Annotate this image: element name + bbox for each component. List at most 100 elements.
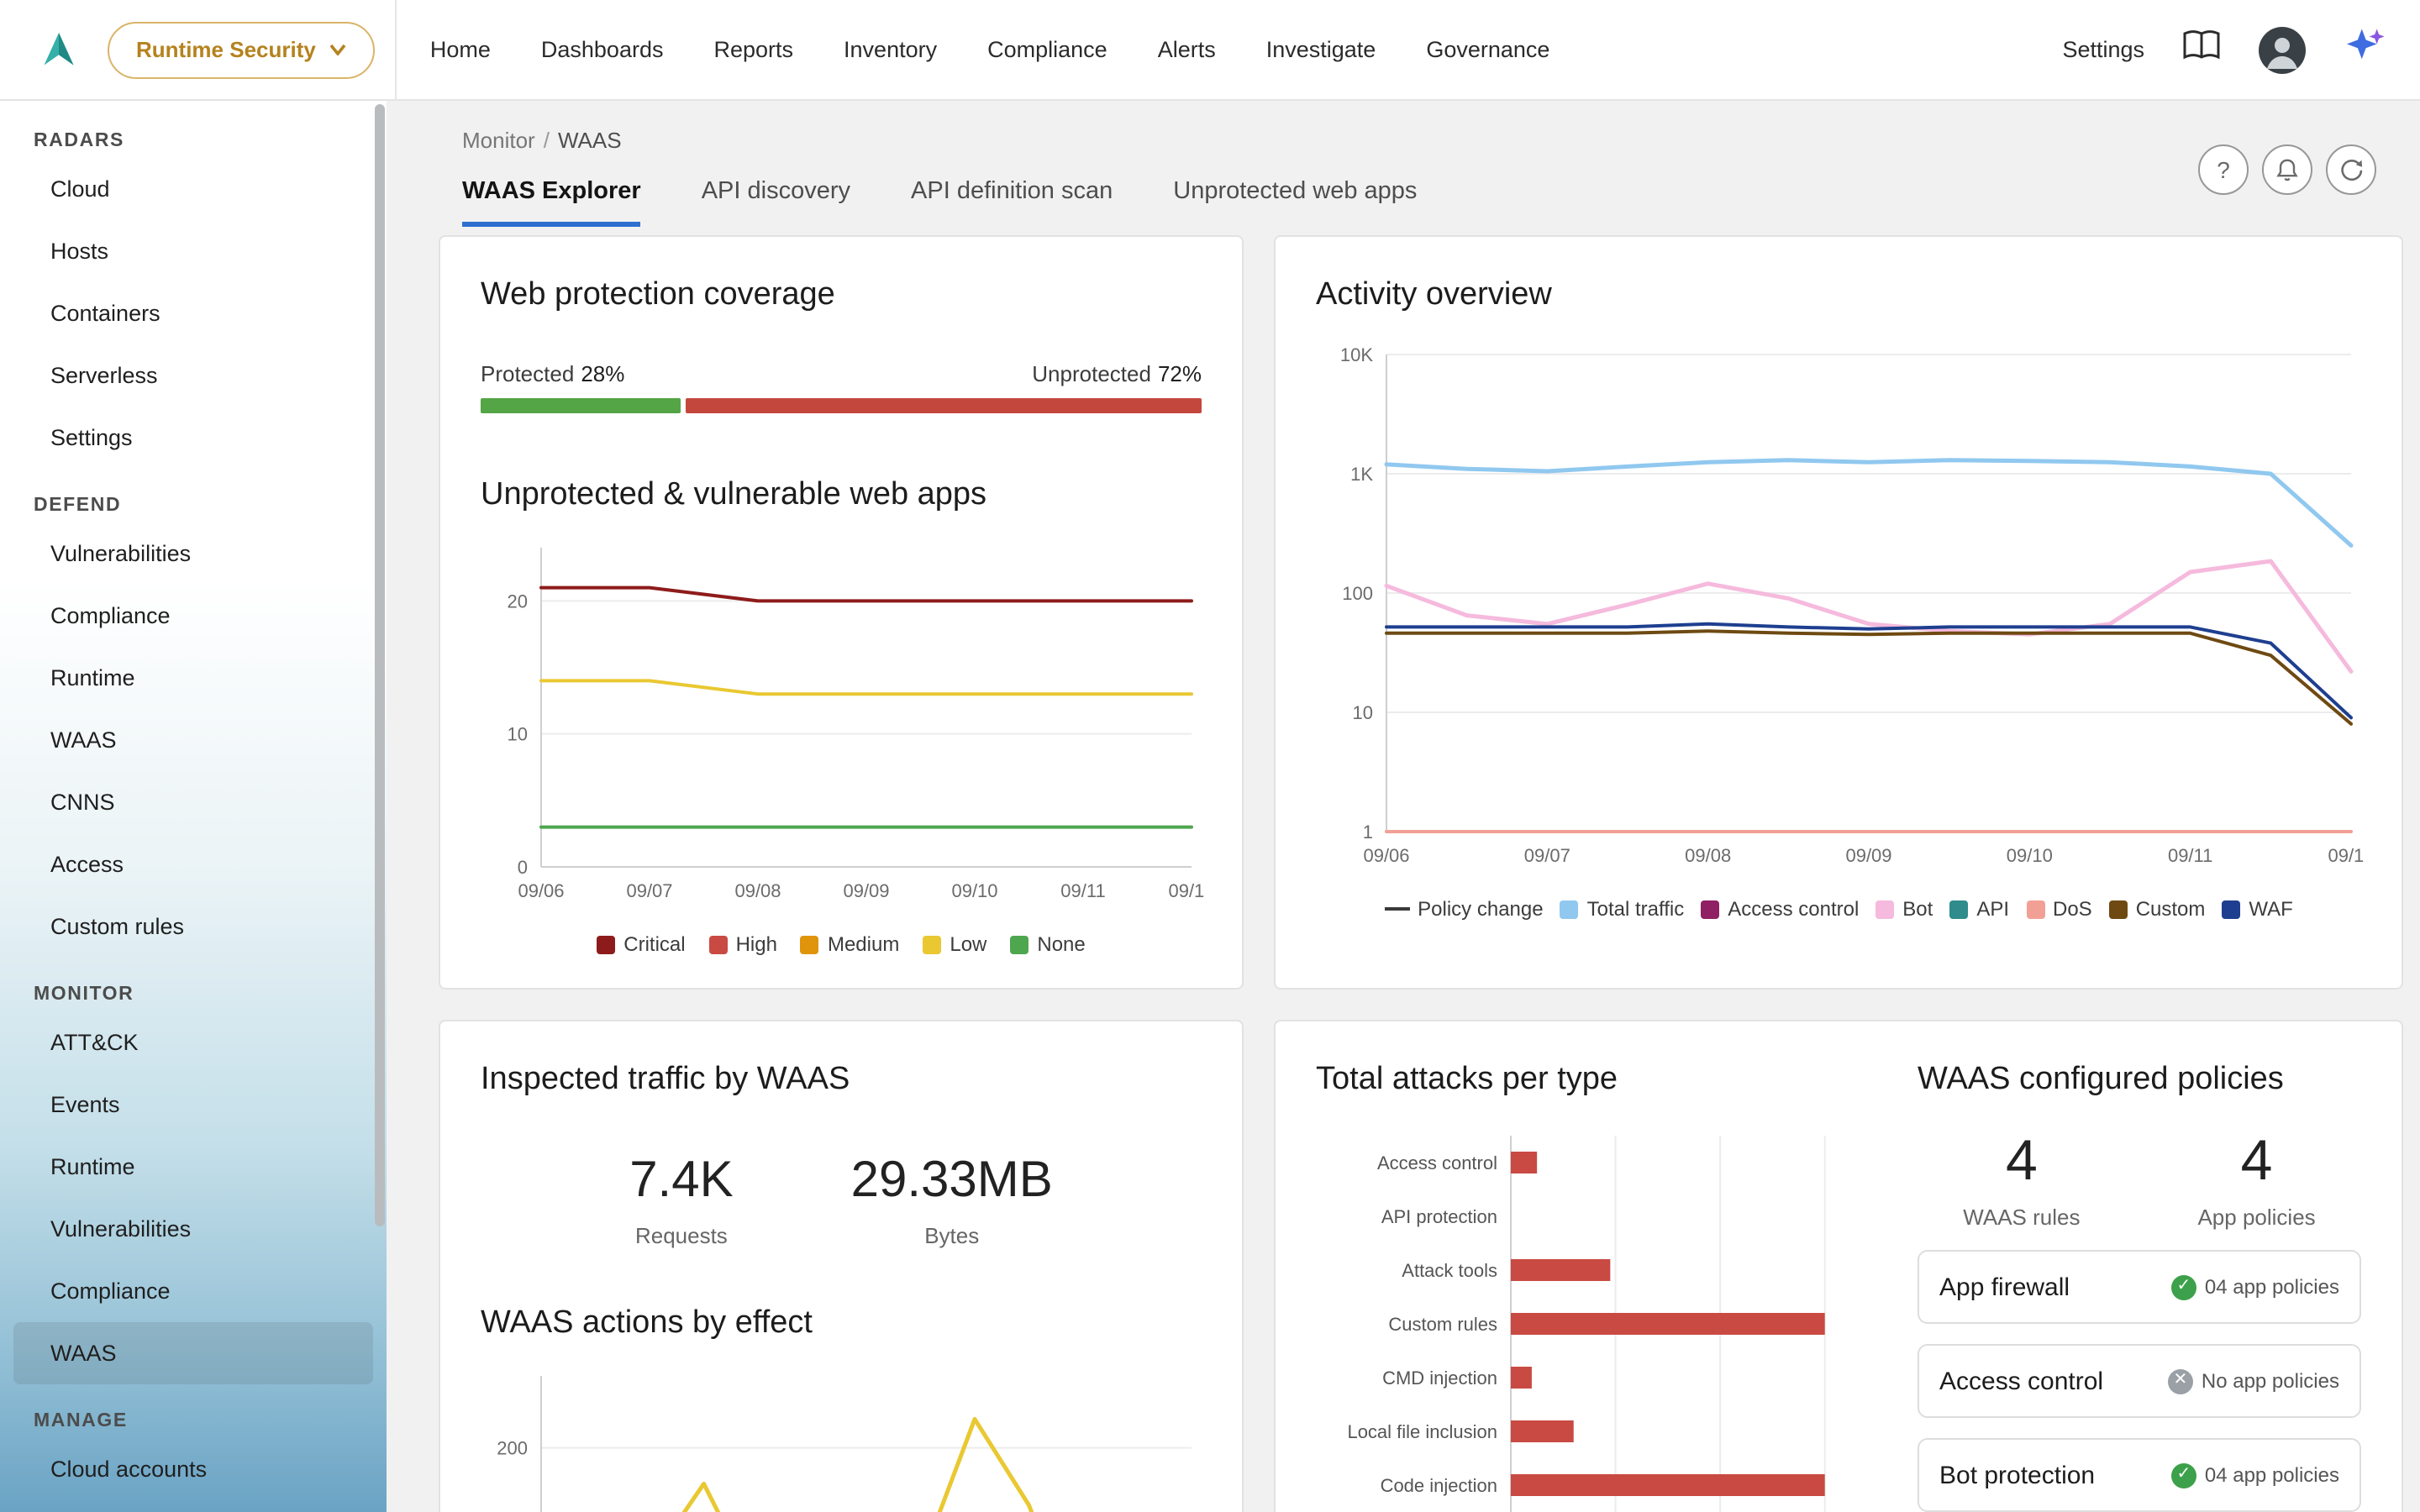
vulnerable-apps-legend: Critical High Medium Low None	[481, 932, 1202, 956]
web-protection-title: Web protection coverage	[481, 277, 1202, 314]
activity-overview-legend: Policy change Total traffic Access control…	[1316, 897, 2361, 921]
legend-item[interactable]: Medium	[801, 932, 899, 956]
vulnerable-apps-title: Unprotected & vulnerable web apps	[481, 477, 1202, 514]
sidebar-item-radars-serverless[interactable]: Serverless	[13, 344, 373, 407]
sidebar-item-monitor-compliance[interactable]: Compliance	[13, 1260, 373, 1322]
svg-text:1: 1	[1363, 822, 1373, 843]
sidebar-item-defend-compliance[interactable]: Compliance	[13, 585, 373, 647]
coverage-bar[interactable]	[481, 398, 1202, 413]
topbar-divider	[395, 0, 397, 100]
legend-item[interactable]: Bot	[1876, 897, 1933, 921]
legend-item[interactable]: Low	[923, 932, 986, 956]
waas-rules-value: 4	[1963, 1129, 2080, 1194]
vulnerable-apps-chart[interactable]: 0102009/0609/0709/0809/0909/1009/1109/12	[481, 531, 1205, 911]
policy-row-access-control[interactable]: Access control ✕ No app policies	[1918, 1344, 2361, 1418]
nav-item-settings[interactable]: Settings	[2062, 37, 2144, 62]
tab-bar: WAAS Explorer API discovery API definiti…	[462, 178, 1417, 227]
svg-text:10: 10	[1353, 702, 1373, 723]
legend-item[interactable]: Total traffic	[1560, 897, 1685, 921]
sidebar-item-defend-access[interactable]: Access	[13, 833, 373, 895]
sidebar-item-radars-cloud[interactable]: Cloud	[13, 158, 373, 220]
nav-item-compliance[interactable]: Compliance	[987, 37, 1107, 62]
legend-item[interactable]: High	[709, 932, 777, 956]
sidebar-item-monitor-events[interactable]: Events	[13, 1074, 373, 1136]
legend-item[interactable]: None	[1010, 932, 1085, 956]
help-icon[interactable]: ?	[2198, 144, 2249, 195]
sidebar-item-defend-waas[interactable]: WAAS	[13, 709, 373, 771]
nav-item-governance[interactable]: Governance	[1426, 37, 1549, 62]
prisma-sparkle-icon[interactable]	[2343, 24, 2386, 76]
svg-text:09/06: 09/06	[518, 880, 564, 901]
tab-unprotected-web-apps[interactable]: Unprotected web apps	[1173, 178, 1417, 227]
nav-item-dashboards[interactable]: Dashboards	[541, 37, 664, 62]
sidebar-item-monitor-attck[interactable]: ATT&CK	[13, 1011, 373, 1074]
sidebar-item-monitor-waas[interactable]: WAAS	[13, 1322, 373, 1384]
sidebar-item-defend-vulnerabilities[interactable]: Vulnerabilities	[13, 522, 373, 585]
main-content: Monitor/WAAS ? WAAS Explorer API discove…	[387, 101, 2420, 1512]
docs-book-icon[interactable]	[2181, 29, 2222, 71]
sidebar-item-radars-settings[interactable]: Settings	[13, 407, 373, 469]
actions-by-effect-chart[interactable]: 0100200	[481, 1359, 1205, 1512]
nav-item-investigate[interactable]: Investigate	[1266, 37, 1376, 62]
sidebar-item-monitor-runtime[interactable]: Runtime	[13, 1136, 373, 1198]
tab-waas-explorer[interactable]: WAAS Explorer	[462, 178, 641, 227]
svg-text:09/10: 09/10	[951, 880, 997, 901]
legend-item[interactable]: Critical	[597, 932, 685, 956]
breadcrumb-current: WAAS	[558, 128, 622, 153]
legend-item[interactable]: Custom	[2109, 897, 2206, 921]
tab-api-discovery[interactable]: API discovery	[702, 178, 850, 227]
nav-item-inventory[interactable]: Inventory	[844, 37, 937, 62]
sidebar-item-radars-hosts[interactable]: Hosts	[13, 220, 373, 282]
app-policies-stat: 4 App policies	[2197, 1129, 2315, 1230]
unprotected-label: Unprotected72%	[1032, 361, 1202, 386]
product-selector-label: Runtime Security	[136, 37, 316, 62]
sidebar-item-defend-runtime[interactable]: Runtime	[13, 647, 373, 709]
sidebar-item-radars-containers[interactable]: Containers	[13, 282, 373, 344]
requests-value: 7.4K	[629, 1152, 733, 1210]
legend-item[interactable]: WAF	[2222, 897, 2292, 921]
svg-text:0: 0	[518, 857, 528, 878]
breadcrumb-parent[interactable]: Monitor	[462, 128, 535, 153]
policy-row-bot-protection[interactable]: Bot protection ✓ 04 app policies	[1918, 1438, 2361, 1512]
legend-item[interactable]: API	[1949, 897, 2009, 921]
tab-api-definition-scan[interactable]: API definition scan	[911, 178, 1113, 227]
app-firewall-status: 04 app policies	[2205, 1275, 2339, 1299]
svg-text:09/10: 09/10	[2007, 845, 2053, 866]
attacks-per-type-chart[interactable]: Access controlAPI protectionAttack tools…	[1316, 1126, 1887, 1512]
svg-text:Access control: Access control	[1377, 1152, 1497, 1173]
check-circle-icon: ✓	[2171, 1462, 2196, 1488]
protected-value: 28%	[581, 361, 624, 386]
protected-bar-segment[interactable]	[481, 398, 681, 413]
actions-by-effect-title: WAAS actions by effect	[481, 1305, 1202, 1342]
attacks-per-type-title: Total attacks per type	[1316, 1062, 1887, 1099]
product-selector[interactable]: Runtime Security	[108, 21, 375, 78]
activity-overview-chart[interactable]: 1101001K10K09/0609/0709/0809/0909/1009/1…	[1316, 338, 2365, 875]
svg-text:Code injection: Code injection	[1381, 1475, 1497, 1496]
top-navigation: Home Dashboards Reports Inventory Compli…	[430, 37, 1550, 62]
nav-item-home[interactable]: Home	[430, 37, 491, 62]
svg-text:Attack tools: Attack tools	[1402, 1260, 1497, 1281]
sidebar-item-defend-cnns[interactable]: CNNS	[13, 771, 373, 833]
requests-label: Requests	[629, 1223, 733, 1248]
sidebar-item-manage-cloud-accounts[interactable]: Cloud accounts	[13, 1438, 373, 1500]
svg-text:09/06: 09/06	[1363, 845, 1409, 866]
nav-item-reports[interactable]: Reports	[713, 37, 793, 62]
sidebar-scrollbar[interactable]	[375, 104, 385, 1226]
legend-item[interactable]: Policy change	[1384, 897, 1543, 921]
legend-item[interactable]: DoS	[2026, 897, 2092, 921]
sidebar: RADARS Cloud Hosts Containers Serverless…	[0, 101, 387, 1512]
bell-icon[interactable]	[2262, 144, 2312, 195]
sidebar-item-defend-custom-rules[interactable]: Custom rules	[13, 895, 373, 958]
app-policies-value: 4	[2197, 1129, 2315, 1194]
avatar[interactable]	[2259, 26, 2306, 73]
sidebar-item-monitor-vulnerabilities[interactable]: Vulnerabilities	[13, 1198, 373, 1260]
sidebar-section-radars: RADARS	[0, 124, 387, 158]
refresh-icon[interactable]	[2326, 144, 2376, 195]
policy-row-app-firewall[interactable]: App firewall ✓ 04 app policies	[1918, 1250, 2361, 1324]
legend-item[interactable]: Access control	[1701, 897, 1859, 921]
compute-logo-icon[interactable]	[34, 24, 84, 75]
bytes-metric: 29.33MB Bytes	[851, 1152, 1053, 1248]
nav-item-alerts[interactable]: Alerts	[1158, 37, 1216, 62]
activity-overview-title: Activity overview	[1316, 277, 2361, 314]
unprotected-bar-segment[interactable]	[687, 398, 1202, 413]
